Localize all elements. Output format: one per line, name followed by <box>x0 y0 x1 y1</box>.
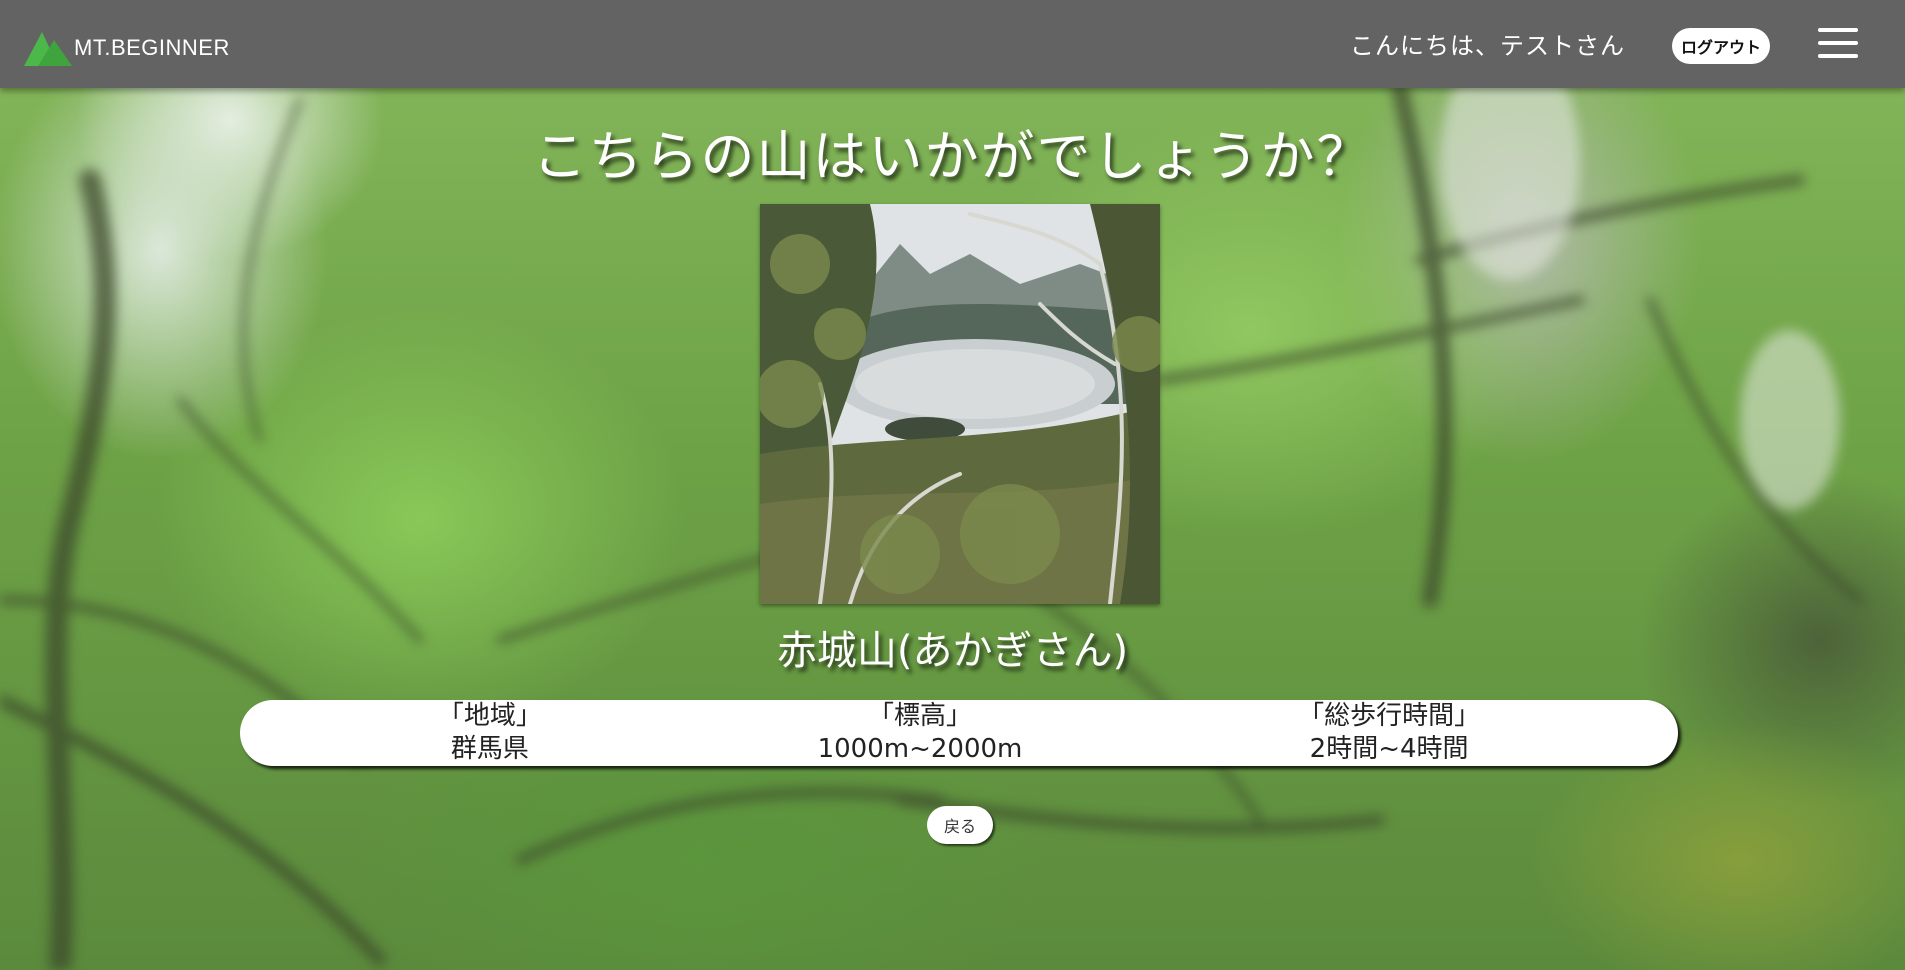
site-logo[interactable]: MT.BEGINNER <box>24 26 230 66</box>
info-region-label: 「地域」 <box>437 701 542 731</box>
logout-button[interactable]: ログアウト <box>1672 28 1770 64</box>
menu-line <box>1818 28 1858 32</box>
hamburger-menu-icon[interactable] <box>1818 28 1858 62</box>
mountain-logo-icon <box>24 32 72 66</box>
info-walk-time-label: 「総歩行時間」 <box>1298 701 1481 731</box>
info-elevation-label: 「標高」 <box>867 701 972 731</box>
back-button[interactable]: 戻る <box>927 806 993 844</box>
info-elevation: 「標高」 1000m~2000m <box>818 700 1023 766</box>
logo-text: MT.BEGINNER <box>74 35 230 60</box>
page-title: こちらの山はいかがでしょうか？ <box>532 125 1373 188</box>
info-walk-time: 「総歩行時間」 2時間~4時間 <box>1298 700 1480 766</box>
menu-line <box>1818 54 1858 58</box>
info-walk-time-value: 2時間~4時間 <box>1309 734 1469 764</box>
page: MT.BEGINNER こんにちは、テストさん ログアウト こちらの山はいかがで… <box>0 0 1905 970</box>
mountain-name: 赤城山(あかぎさん) <box>776 628 1129 674</box>
info-region: 「地域」 群馬県 <box>438 700 542 766</box>
mountain-info-bar: 「地域」 群馬県 「標高」 1000m~2000m 「総歩行時間」 2時間~4時… <box>240 700 1678 766</box>
site-header: MT.BEGINNER こんにちは、テストさん ログアウト <box>0 0 1905 88</box>
menu-line <box>1818 41 1858 45</box>
user-greeting: こんにちは、テストさん <box>1350 32 1625 60</box>
info-elevation-value: 1000m~2000m <box>817 734 1023 764</box>
info-region-value: 群馬県 <box>450 734 529 764</box>
mountain-photo <box>760 204 1160 604</box>
